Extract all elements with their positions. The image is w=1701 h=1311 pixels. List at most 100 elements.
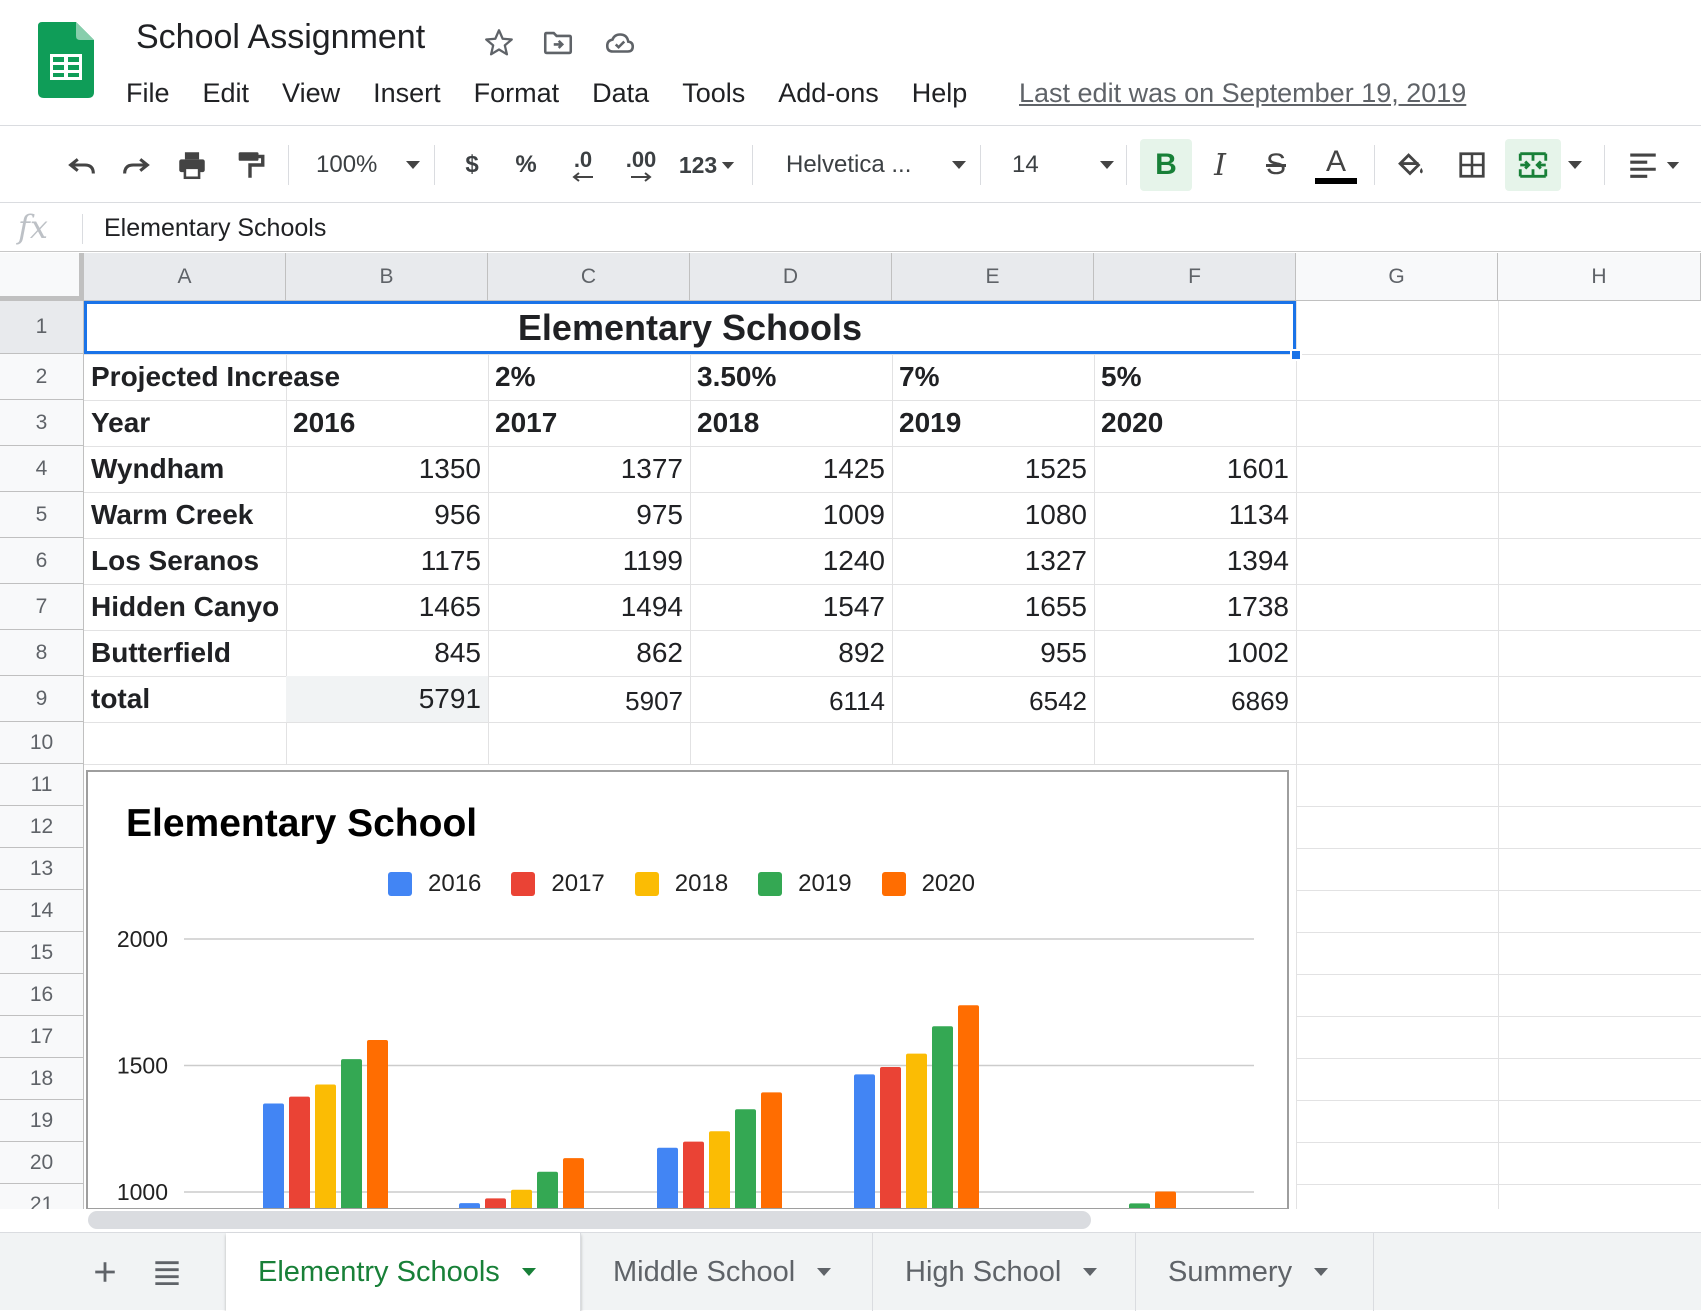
sheets-logo-icon[interactable]: [38, 22, 94, 98]
column-header-f[interactable]: F: [1094, 253, 1296, 301]
column-header-h[interactable]: H: [1498, 253, 1701, 301]
cell-d9[interactable]: 6114: [690, 678, 892, 724]
sheet-tab-middle-school[interactable]: Middle School: [581, 1233, 873, 1311]
cell-d2[interactable]: 3.50%: [690, 354, 892, 400]
add-sheet-icon[interactable]: [88, 1255, 122, 1289]
cell-a4[interactable]: Wyndham: [84, 446, 286, 492]
column-header-b[interactable]: B: [286, 253, 488, 301]
row-header-8[interactable]: 8: [0, 630, 84, 676]
cell-a6[interactable]: Los Seranos: [84, 538, 286, 584]
row-header-6[interactable]: 6: [0, 538, 84, 584]
cell-e3[interactable]: 2019: [892, 400, 1094, 446]
cell-e7[interactable]: 1655: [892, 584, 1094, 630]
cell-e4[interactable]: 1525: [892, 446, 1094, 492]
borders-icon[interactable]: [1450, 139, 1494, 191]
cell-f8[interactable]: 1002: [1094, 630, 1296, 676]
row-header-12[interactable]: 12: [0, 806, 84, 848]
cell-b3[interactable]: 2016: [286, 400, 488, 446]
chevron-down-icon[interactable]: [1314, 1268, 1329, 1276]
row-header-7[interactable]: 7: [0, 584, 84, 630]
text-color-button[interactable]: A: [1312, 139, 1360, 191]
menu-addons[interactable]: Add-ons: [776, 76, 881, 116]
cell-f2[interactable]: 5%: [1094, 354, 1296, 400]
row-header-15[interactable]: 15: [0, 932, 84, 974]
move-to-folder-icon[interactable]: [541, 26, 575, 60]
undo-icon[interactable]: [60, 139, 104, 191]
percent-button[interactable]: %: [504, 139, 548, 191]
cell-f3[interactable]: 2020: [1094, 400, 1296, 446]
cell-e2[interactable]: 7%: [892, 354, 1094, 400]
formula-input[interactable]: Elementary Schools: [104, 214, 326, 243]
cell-c3[interactable]: 2017: [488, 400, 690, 446]
cell-c4[interactable]: 1377: [488, 446, 690, 492]
cell-d5[interactable]: 1009: [690, 492, 892, 538]
cell-f9[interactable]: 6869: [1094, 678, 1296, 724]
sheet-tab-summery[interactable]: Summery: [1136, 1233, 1374, 1311]
row-header-1[interactable]: 1: [0, 301, 84, 354]
menu-help[interactable]: Help: [910, 76, 970, 116]
cell-e8[interactable]: 955: [892, 630, 1094, 676]
row-header-11[interactable]: 11: [0, 764, 84, 806]
print-icon[interactable]: [170, 139, 214, 191]
cell-c8[interactable]: 862: [488, 630, 690, 676]
last-edit-link[interactable]: Last edit was on September 19, 2019: [1019, 76, 1466, 110]
row-header-19[interactable]: 19: [0, 1100, 84, 1142]
align-icon[interactable]: [1618, 139, 1688, 191]
menu-data[interactable]: Data: [590, 76, 651, 116]
chevron-down-icon[interactable]: [1083, 1268, 1098, 1276]
all-sheets-icon[interactable]: [150, 1255, 184, 1289]
row-header-14[interactable]: 14: [0, 890, 84, 932]
cell-e6[interactable]: 1327: [892, 538, 1094, 584]
cell-f5[interactable]: 1134: [1094, 492, 1296, 538]
row-header-21[interactable]: 21: [0, 1184, 84, 1209]
cell-d8[interactable]: 892: [690, 630, 892, 676]
cell-b5[interactable]: 956: [286, 492, 488, 538]
column-header-a[interactable]: A: [84, 253, 286, 301]
cell-d4[interactable]: 1425: [690, 446, 892, 492]
merge-cells-icon[interactable]: [1505, 139, 1561, 191]
cell-b6[interactable]: 1175: [286, 538, 488, 584]
cell-c2[interactable]: 2%: [488, 354, 690, 400]
chevron-down-icon[interactable]: [817, 1268, 832, 1276]
row-header-20[interactable]: 20: [0, 1142, 84, 1184]
horizontal-scrollbar[interactable]: [88, 1211, 1091, 1229]
row-header-4[interactable]: 4: [0, 446, 84, 492]
cell-d6[interactable]: 1240: [690, 538, 892, 584]
menu-file[interactable]: File: [124, 76, 172, 116]
row-header-10[interactable]: 10: [0, 722, 84, 764]
embedded-chart[interactable]: 2000 1500 1000 Elementary School 2016 2017…: [86, 770, 1289, 1209]
column-header-g[interactable]: G: [1296, 253, 1498, 301]
cell-e5[interactable]: 1080: [892, 492, 1094, 538]
chevron-down-icon[interactable]: [521, 1268, 536, 1276]
currency-button[interactable]: $: [450, 139, 494, 191]
increase-decimal-button[interactable]: .00: [612, 139, 670, 191]
column-header-e[interactable]: E: [892, 253, 1094, 301]
cloud-saved-icon[interactable]: [603, 26, 637, 60]
sheet-tab-high-school[interactable]: High School: [873, 1233, 1136, 1311]
row-header-16[interactable]: 16: [0, 974, 84, 1016]
menu-insert[interactable]: Insert: [371, 76, 443, 116]
cell-d3[interactable]: 2018: [690, 400, 892, 446]
cell-b8[interactable]: 845: [286, 630, 488, 676]
menu-tools[interactable]: Tools: [680, 76, 747, 116]
menu-edit[interactable]: Edit: [201, 76, 252, 116]
font-select[interactable]: Helvetica ...: [768, 139, 968, 191]
cell-c6[interactable]: 1199: [488, 538, 690, 584]
italic-button[interactable]: I: [1198, 139, 1242, 191]
fill-color-icon[interactable]: [1388, 139, 1432, 191]
cell-a7[interactable]: Hidden Canyo: [84, 584, 286, 630]
bold-button[interactable]: B: [1140, 139, 1192, 191]
cell-b9[interactable]: 5791: [286, 676, 488, 722]
decrease-decimal-button[interactable]: .0: [558, 139, 608, 191]
menu-format[interactable]: Format: [472, 76, 562, 116]
cell-f4[interactable]: 1601: [1094, 446, 1296, 492]
strikethrough-button[interactable]: S: [1254, 139, 1298, 191]
paint-format-icon[interactable]: [228, 139, 272, 191]
cell-a3[interactable]: Year: [84, 400, 286, 446]
cell-a1-merged-title[interactable]: Elementary Schools: [84, 301, 1296, 354]
font-size-select[interactable]: 14: [996, 139, 1116, 191]
cell-c5[interactable]: 975: [488, 492, 690, 538]
merge-options-chevron-icon[interactable]: [1562, 139, 1588, 191]
cell-a2[interactable]: Projected Increase: [84, 354, 488, 400]
row-header-9[interactable]: 9: [0, 676, 84, 722]
